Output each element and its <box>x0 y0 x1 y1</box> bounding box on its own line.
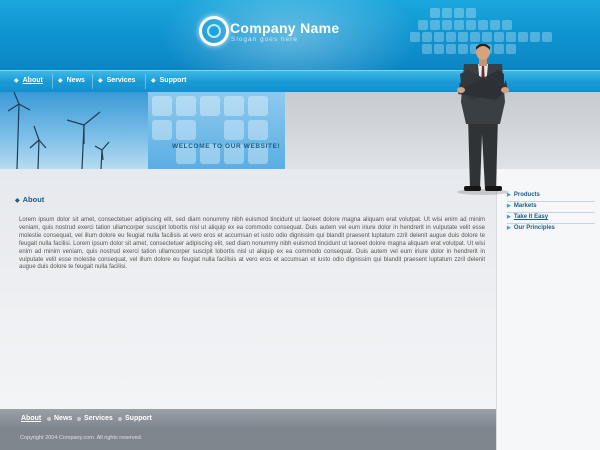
footer-link-news[interactable]: News <box>54 409 72 429</box>
arrow-right-icon: ▶ <box>507 192 511 198</box>
nav-separator <box>52 74 53 89</box>
nav-separator <box>92 74 93 89</box>
nav-item-services[interactable]: ◆ Services <box>98 71 135 92</box>
company-name[interactable]: Company Name <box>230 20 339 36</box>
nav-item-news[interactable]: ◆ News <box>58 71 85 92</box>
footer-separator-icon <box>47 417 51 421</box>
sidebar-item-take-it-easy[interactable]: ▶ Take It Easy <box>507 214 548 220</box>
wind-turbines-image <box>0 92 148 169</box>
footer-link-support[interactable]: Support <box>125 409 152 429</box>
footer-link-services[interactable]: Services <box>84 409 113 429</box>
arrow-right-icon: ▶ <box>507 225 511 231</box>
nav-separator <box>145 74 146 89</box>
footer-link-about[interactable]: About <box>21 409 41 429</box>
nav-item-about[interactable]: ◆ About <box>14 71 43 92</box>
sidebar-item-our-principles[interactable]: ▶ Our Principles <box>507 225 555 231</box>
footer-nav: About News Services Support <box>0 409 496 429</box>
slogan: Slogan goes here <box>231 36 298 43</box>
footer-separator-icon <box>77 417 81 421</box>
sidebar-divider <box>507 201 595 202</box>
sidebar-item-products[interactable]: ▶ Products <box>507 192 540 198</box>
section-title-about: ◆ About <box>15 195 45 204</box>
nav-item-support[interactable]: ◆ Support <box>151 71 186 92</box>
arrow-right-icon: ▶ <box>507 214 511 220</box>
sidebar-divider <box>507 212 595 213</box>
footer-separator-icon <box>118 417 122 421</box>
arrow-bullet-icon: ◆ <box>15 198 20 204</box>
decorative-tiles <box>148 92 285 169</box>
copyright-text: Copyright 2004 Company.com. All rights r… <box>20 435 143 441</box>
sidebar-divider <box>507 223 595 224</box>
sidebar-item-markets[interactable]: ▶ Markets <box>507 203 537 209</box>
welcome-text: WELCOME TO OUR WEBSITE! <box>172 143 281 150</box>
businessman-image <box>448 43 518 196</box>
arrow-bullet-icon: ◆ <box>98 78 103 84</box>
content-area <box>0 169 496 409</box>
logo-icon[interactable] <box>199 16 229 46</box>
about-body-text: Lorem ipsum dolor sit amet, consectetuer… <box>19 217 485 271</box>
arrow-right-icon: ▶ <box>507 203 511 209</box>
arrow-bullet-icon: ◆ <box>14 78 19 84</box>
arrow-bullet-icon: ◆ <box>58 78 63 84</box>
arrow-bullet-icon: ◆ <box>151 78 156 84</box>
